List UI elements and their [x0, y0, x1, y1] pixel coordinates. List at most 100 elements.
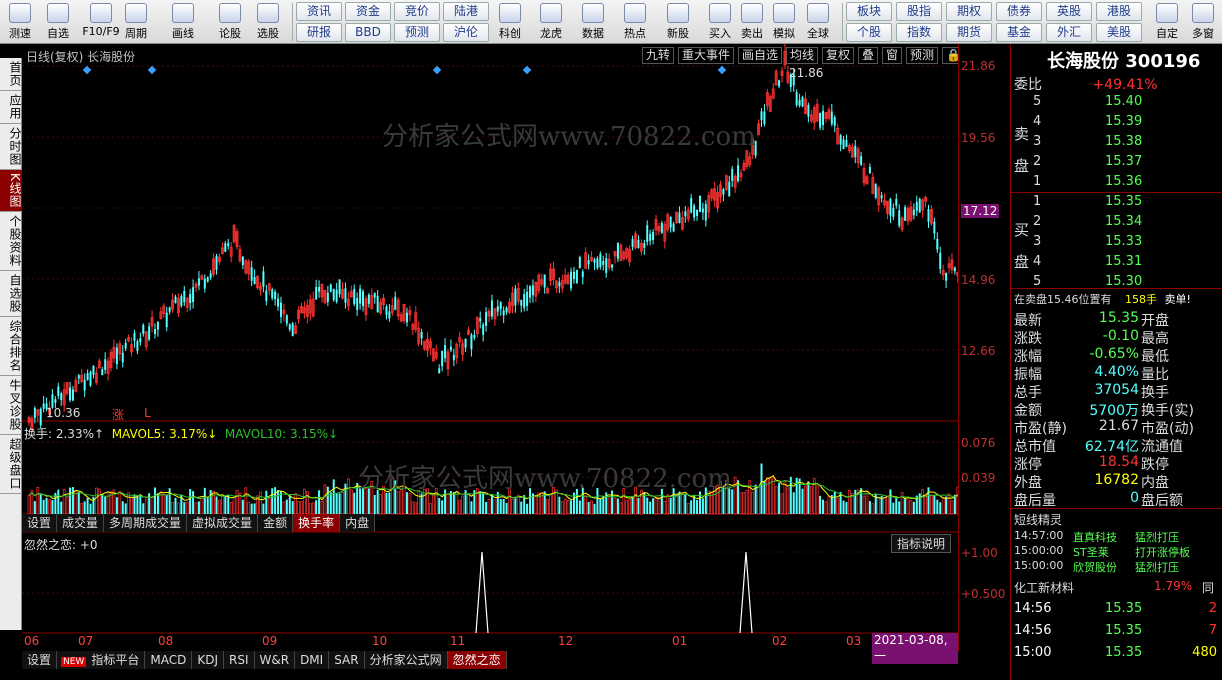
- toolbar-sell[interactable]: 卖出: [734, 1, 770, 43]
- toolbar-hot[interactable]: 热点: [617, 1, 653, 43]
- toolbar-star[interactable]: 自选: [40, 1, 76, 43]
- toolbar-small2-5[interactable]: 港股: [1096, 2, 1142, 21]
- volume-bar: [822, 499, 825, 514]
- toolbar-small2-10[interactable]: 外汇: [1046, 23, 1092, 42]
- sprite-row[interactable]: 15:00:00 欣贺股份 猛烈打压: [1011, 559, 1222, 577]
- vol-tab-5[interactable]: 换手率: [293, 514, 341, 532]
- toolbar-buy[interactable]: 买入: [702, 1, 738, 43]
- toolbar-small-0[interactable]: 资讯: [296, 2, 342, 21]
- toolbar-small2-1[interactable]: 股指: [896, 2, 942, 21]
- candle-down: [470, 334, 473, 350]
- indicator-tab-9[interactable]: 忽然之恋: [447, 651, 507, 669]
- toolbar-small2-11[interactable]: 美股: [1096, 23, 1142, 42]
- indicator-tab-7[interactable]: SAR: [329, 651, 365, 669]
- left-tab-7[interactable]: 牛叉诊股: [0, 376, 22, 435]
- f10-icon: [90, 3, 112, 23]
- toolbar-small-1[interactable]: 资金: [345, 2, 391, 21]
- toolbar-small-5[interactable]: BBD: [345, 23, 391, 42]
- left-tab-5[interactable]: 自选股: [0, 271, 22, 317]
- toolbar-small-2[interactable]: 竞价: [394, 2, 440, 21]
- toolbar-globe[interactable]: 全球: [800, 1, 836, 43]
- toolbar-custom-0[interactable]: 自定: [1150, 1, 1184, 43]
- toolbar-small-6[interactable]: 预测: [394, 23, 440, 42]
- stat-label2: 跌停: [1141, 457, 1169, 473]
- left-tab-2[interactable]: 分时图: [0, 124, 22, 170]
- candle-down: [329, 284, 332, 292]
- left-tab-6[interactable]: 综合排名: [0, 317, 22, 376]
- candle-down: [473, 334, 476, 339]
- toolbar-small2-4[interactable]: 英股: [1046, 2, 1092, 21]
- candle-down: [531, 285, 534, 296]
- vol-tab-4[interactable]: 金额: [258, 514, 294, 532]
- left-tab-3[interactable]: K线图: [0, 170, 22, 212]
- indicator-tab-8[interactable]: 分析家公式网: [365, 651, 448, 669]
- volume-bar: [625, 500, 629, 515]
- vol-tab-2[interactable]: 多周期成交量: [104, 514, 188, 532]
- volume-bar: [560, 501, 564, 515]
- toolbar-small-7[interactable]: 沪伦: [443, 23, 489, 42]
- candle-down: [572, 271, 575, 280]
- volume-bar: [499, 499, 502, 514]
- toolbar-small-4[interactable]: 研报: [296, 23, 342, 42]
- sprite-title[interactable]: 短线精灵: [1014, 511, 1062, 528]
- candle-down: [520, 300, 523, 306]
- ipo-icon: [667, 3, 689, 23]
- indicator-tab-5[interactable]: W&R: [255, 651, 296, 669]
- volume-bar: [493, 499, 497, 515]
- toolbar-label: 测速: [9, 27, 31, 40]
- price-tick: 14.96: [961, 273, 996, 287]
- tick-time: 14:56: [1014, 601, 1052, 616]
- vol-tab-6[interactable]: 内盘: [340, 514, 376, 532]
- volume-bar: [578, 500, 581, 514]
- volume-bar: [918, 493, 921, 514]
- candle-down: [801, 97, 804, 107]
- level-no: 4: [1033, 254, 1042, 269]
- candle-down: [136, 341, 139, 352]
- kline-chart-area[interactable]: 日线(复权) 长海股份 九转重大事件画自选均线复权叠窗预测🔒▸ 分析家公式网ww…: [22, 44, 982, 669]
- toolbar-speed[interactable]: 测速: [2, 1, 38, 43]
- candle-down: [362, 291, 365, 307]
- toolbar-f10[interactable]: F10/F9: [80, 1, 122, 43]
- toolbar-cycle[interactable]: 周期: [118, 1, 154, 43]
- left-tab-1[interactable]: 应用: [0, 91, 22, 124]
- level-no: 4: [1033, 114, 1042, 129]
- indicator-tab-6[interactable]: DMI: [295, 651, 330, 669]
- left-tab-4[interactable]: 个股资料: [0, 212, 22, 271]
- toolbar-screen[interactable]: 选股: [250, 1, 286, 43]
- indicator-tab-2[interactable]: MACD: [145, 651, 193, 669]
- vol-tab-0[interactable]: 设置: [22, 514, 58, 532]
- indicator-tab-0[interactable]: 设置: [22, 651, 58, 669]
- vol-tab-1[interactable]: 成交量: [57, 514, 105, 532]
- month-label: 11: [450, 634, 466, 648]
- toolbar-small2-0[interactable]: 板块: [846, 2, 892, 21]
- indicator-tab-1[interactable]: 指标平台: [86, 651, 146, 669]
- volume-bar: [921, 488, 925, 515]
- volume-bar: [778, 482, 781, 514]
- toolbar-small2-6[interactable]: 个股: [846, 23, 892, 42]
- volume-bar: [39, 494, 42, 514]
- volume-bar: [229, 502, 233, 515]
- level-price: 15.38: [1105, 134, 1143, 149]
- left-tab-8[interactable]: 超级盘口: [0, 435, 22, 494]
- toolbar-pe[interactable]: 数据: [575, 1, 611, 43]
- candle-down: [854, 145, 857, 157]
- toolbar-small2-2[interactable]: 期权: [946, 2, 992, 21]
- indicator-help-button[interactable]: 指标说明: [891, 534, 952, 553]
- toolbar-kc[interactable]: 科创: [492, 1, 528, 43]
- toolbar-custom-1[interactable]: 多窗: [1186, 1, 1220, 43]
- toolbar-ipo[interactable]: 新股: [660, 1, 696, 43]
- vol-tab-3[interactable]: 虚拟成交量: [187, 514, 259, 532]
- toolbar-small2-3[interactable]: 债券: [996, 2, 1042, 21]
- left-tab-0[interactable]: 首页: [0, 58, 22, 91]
- toolbar-pen[interactable]: 画线: [165, 1, 201, 43]
- toolbar-small2-9[interactable]: 基金: [996, 23, 1042, 42]
- toolbar-chat[interactable]: 论股: [212, 1, 248, 43]
- toolbar-small2-8[interactable]: 期货: [946, 23, 992, 42]
- indicator-tab-4[interactable]: RSI: [224, 651, 255, 669]
- volume-bar: [353, 492, 356, 514]
- indicator-tab-3[interactable]: KDJ: [192, 651, 224, 669]
- toolbar-hammer[interactable]: 模拟: [766, 1, 802, 43]
- toolbar-small-3[interactable]: 陆港: [443, 2, 489, 21]
- toolbar-dragon[interactable]: 龙虎: [533, 1, 569, 43]
- toolbar-small2-7[interactable]: 指数: [896, 23, 942, 42]
